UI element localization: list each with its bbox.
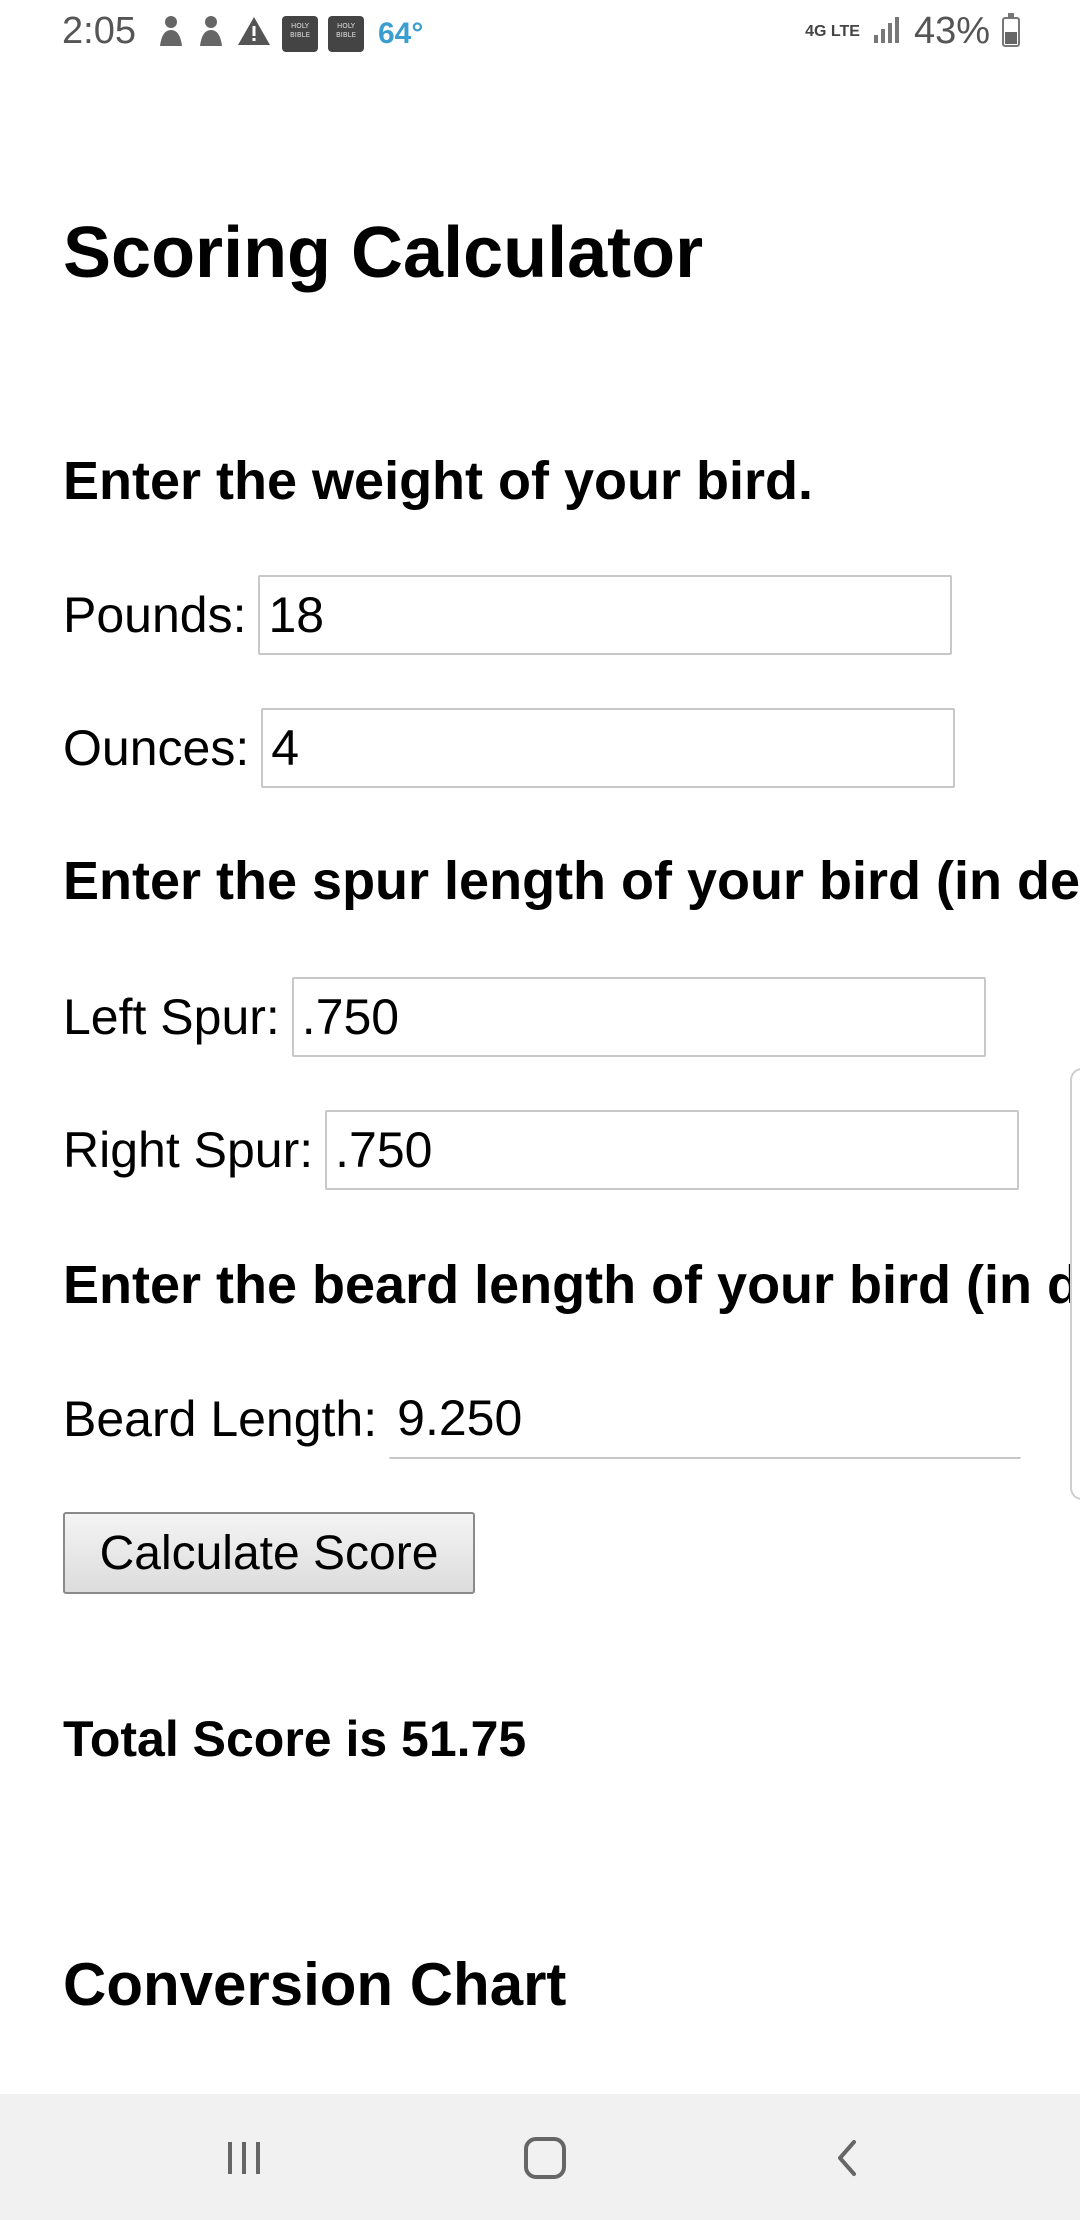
- notification-icons: HOLY BIBLE HOLY BIBLE 64°: [156, 14, 423, 53]
- beard-heading: Enter the beard length of your bird (in …: [63, 1255, 1080, 1315]
- signal-icon: [872, 15, 902, 48]
- right-spur-row: Right Spur:: [63, 1109, 1020, 1191]
- page-title: Scoring Calculator: [63, 213, 704, 293]
- navigation-bar: [0, 2094, 1080, 2220]
- recents-button[interactable]: [214, 2130, 274, 2186]
- person-icon: [156, 14, 186, 53]
- pounds-input[interactable]: [258, 575, 953, 655]
- status-right-icons: 4G LTE 43%: [805, 10, 1020, 53]
- beard-input[interactable]: [389, 1379, 1022, 1459]
- conversion-chart-heading: Conversion Chart: [63, 1951, 567, 2018]
- home-icon: [524, 2137, 566, 2179]
- weight-heading: Enter the weight of your bird.: [63, 451, 814, 511]
- ounces-row: Ounces:: [63, 707, 956, 789]
- ounces-label: Ounces:: [63, 720, 250, 776]
- warning-icon: [236, 15, 272, 52]
- pounds-label: Pounds:: [63, 587, 247, 643]
- beard-label: Beard Length:: [63, 1391, 378, 1447]
- right-spur-input[interactable]: [325, 1110, 1020, 1190]
- beard-row: Beard Length:: [63, 1378, 1022, 1460]
- clipped-paragraph: [63, 2070, 1080, 2092]
- spur-heading: Enter the spur length of your bird (in d…: [63, 851, 1080, 911]
- ounces-input[interactable]: [261, 708, 956, 788]
- left-spur-label: Left Spur:: [63, 989, 280, 1045]
- status-time: 2:05: [62, 10, 136, 52]
- lte-icon: 4G LTE: [805, 22, 860, 40]
- right-spur-label: Right Spur:: [63, 1122, 314, 1178]
- left-spur-row: Left Spur:: [63, 976, 986, 1058]
- edge-panel-handle[interactable]: [1070, 1068, 1080, 1500]
- left-spur-input[interactable]: [291, 977, 986, 1057]
- temperature-text: 64°: [378, 16, 424, 50]
- battery-percent: 43%: [913, 10, 990, 52]
- battery-icon: [1002, 12, 1020, 47]
- pounds-row: Pounds:: [63, 574, 953, 656]
- total-score-text: Total Score is 51.75: [63, 1711, 527, 1767]
- back-icon: [838, 2140, 856, 2176]
- holy-bible-icon: HOLY BIBLE: [282, 15, 318, 52]
- recents-icon: [228, 2142, 260, 2174]
- calculate-score-button[interactable]: Calculate Score: [63, 1512, 475, 1594]
- person-icon: [196, 14, 226, 53]
- status-bar: 2:05 HOLY BIBLE HOLY BIBLE 64° 4G LTE 43…: [0, 0, 1080, 64]
- holy-bible-icon: HOLY BIBLE: [328, 15, 364, 52]
- back-button[interactable]: [818, 2130, 878, 2186]
- home-button[interactable]: [515, 2130, 575, 2186]
